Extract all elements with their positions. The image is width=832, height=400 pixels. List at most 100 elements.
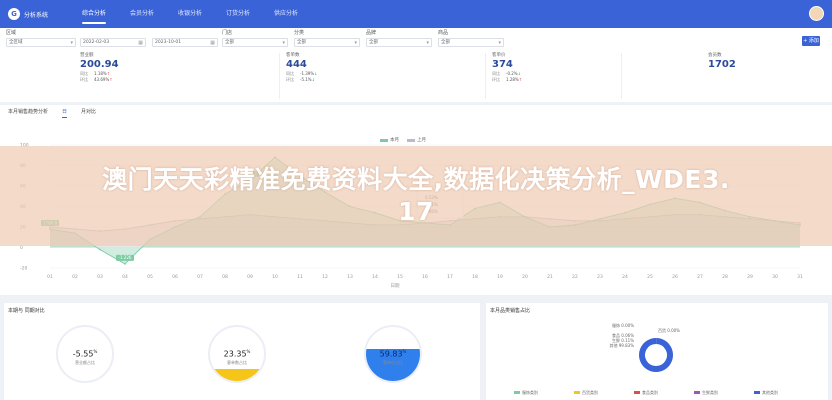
start-date-value: 2022-02-03 bbox=[83, 40, 110, 45]
kpi-sub-label: 环比 bbox=[286, 77, 294, 82]
brand-select-value: 全部 bbox=[369, 40, 378, 45]
end-date-input[interactable]: 2023-10-01 ▦ bbox=[152, 38, 218, 47]
brand-filter-label: 品牌 bbox=[366, 30, 377, 36]
chevron-down-icon: ▾ bbox=[282, 40, 285, 46]
brand-select[interactable]: 全部 ▾ bbox=[366, 38, 432, 47]
kpi-card-revenue[interactable]: 营业额 200.94 同比 1.18% ↑ 环比 43.69% ↑ bbox=[80, 53, 280, 99]
legend-swatch bbox=[574, 391, 580, 394]
store-filter: 门店 全部 ▾ bbox=[222, 30, 288, 47]
kpi-sub-label: 环比 bbox=[492, 77, 500, 82]
gauge-orders[interactable]: 23.35% 客单数占比 bbox=[208, 325, 266, 383]
product-filter-label: 商品 bbox=[438, 30, 449, 36]
kpi-card-orders[interactable]: 客单数 444 同比 -1.39% ↓ 环比 -5.1% ↓ bbox=[286, 53, 486, 99]
data-point bbox=[124, 263, 126, 265]
gauge-caption: 营业额占比 bbox=[75, 360, 95, 365]
kpi-sub-value: -5.1% bbox=[300, 77, 312, 82]
kpi-value: 200.94 bbox=[80, 59, 119, 70]
kpi-card-members[interactable]: 会员数 1702 bbox=[708, 53, 818, 99]
legend-swatch bbox=[634, 391, 640, 394]
store-filter-label: 门店 bbox=[222, 30, 233, 36]
region-select[interactable]: 全区域 ▾ bbox=[6, 38, 76, 47]
product-select-value: 全部 bbox=[441, 40, 450, 45]
nav-item-members[interactable]: 会员分析 bbox=[118, 0, 166, 28]
x-tick-label: 12 bbox=[322, 274, 328, 280]
kpi-sub-value: 1.28% bbox=[506, 77, 519, 82]
gauge-avg-price[interactable]: 59.83% 客单价占比 bbox=[364, 325, 422, 383]
nav-item-cashier[interactable]: 收银分析 bbox=[166, 0, 214, 28]
chevron-down-icon: ▾ bbox=[498, 40, 501, 46]
region-filter: 区域 全区域 ▾ bbox=[6, 30, 76, 47]
x-tick-label: 08 bbox=[222, 274, 228, 280]
gauge-value: 59.83% bbox=[366, 349, 420, 359]
kpi-sub-label: 环比 bbox=[80, 77, 88, 82]
category-select[interactable]: 全部 ▾ bbox=[294, 38, 360, 47]
product-filter: 商品 全部 ▾ bbox=[438, 30, 504, 47]
nav-item-overview[interactable]: 综合分析 bbox=[70, 0, 118, 28]
legend-label: 百货类别 bbox=[582, 389, 598, 395]
category-filter: 分类 全部 ▾ bbox=[294, 30, 360, 47]
store-select[interactable]: 全部 ▾ bbox=[222, 38, 288, 47]
gauge-fill bbox=[210, 368, 264, 381]
legend-label: 食品类别 bbox=[642, 389, 658, 395]
start-date-input[interactable]: 2022-02-03 ▦ bbox=[80, 38, 146, 47]
watermark-banner: 澳门天天彩精准免费资料大全,数据化决策分析_WDE3. 17 bbox=[0, 146, 832, 246]
end-date-filter: 2023-10-01 ▦ bbox=[152, 30, 218, 47]
x-tick-label: 18 bbox=[472, 274, 478, 280]
top-navbar: G 分析系统 综合分析 会员分析 收银分析 订货分析 供应分析 bbox=[0, 0, 832, 28]
calendar-icon: ▦ bbox=[210, 40, 215, 46]
arrow-up-icon: ↑ bbox=[109, 77, 113, 82]
legend-swatch bbox=[514, 391, 520, 394]
donut-chart[interactable]: 服饰 0.00%百货 0.00%食品 0.06%生鲜 0.11%其他 99.83… bbox=[486, 303, 828, 400]
chevron-down-icon: ▾ bbox=[70, 40, 73, 46]
gauge-unit: % bbox=[246, 349, 251, 354]
kpi-value: 444 bbox=[286, 59, 307, 70]
gauge-value: -5.55% bbox=[58, 349, 112, 359]
filter-bar: 区域 全区域 ▾ 2022-02-03 ▦ 2023-10-01 ▦ 门店 全部 ▾ 分… bbox=[0, 28, 832, 50]
donut-label: 百货 0.00% bbox=[658, 327, 680, 333]
legend-label: 服饰类别 bbox=[522, 389, 538, 395]
x-tick-label: 13 bbox=[347, 274, 353, 280]
gauge-number: 59.83 bbox=[379, 349, 403, 359]
gauge-caption: 客单数占比 bbox=[227, 360, 247, 365]
x-axis-title: 日期 bbox=[391, 283, 400, 289]
donut-slice bbox=[639, 338, 673, 372]
app-logo[interactable]: G 分析系统 bbox=[8, 8, 70, 20]
logo-icon: G bbox=[8, 8, 20, 20]
nav-item-orders[interactable]: 订货分析 bbox=[214, 0, 262, 28]
arrow-down-icon: ↓ bbox=[311, 77, 315, 82]
legend-swatch bbox=[754, 391, 760, 394]
calendar-icon: ▦ bbox=[138, 40, 143, 46]
annotation-label: -1.226 bbox=[119, 255, 132, 260]
end-date-spacer bbox=[152, 30, 218, 37]
add-filter-button[interactable]: + 添加 bbox=[802, 36, 820, 46]
kpi-sub-row: 环比 -5.1% ↓ bbox=[286, 77, 485, 83]
kpi-sub-value: 43.69% bbox=[94, 77, 110, 82]
kpi-card-avg-price[interactable]: 客单价 374 同比 -0.2% ↓ 环比 1.28% ↑ bbox=[492, 53, 622, 99]
watermark-text-line1: 澳门天天彩精准免费资料大全,数据化决策分析_WDE3. bbox=[102, 165, 730, 194]
logo-text: 分析系统 bbox=[24, 11, 49, 19]
category-share-panel: 本月品类销售占比 服饰 0.00% 百货 0.00% 食品 0.06% 生鲜 0.11… bbox=[486, 303, 828, 400]
x-tick-label: 16 bbox=[422, 274, 428, 280]
brand-filter: 品牌 全部 ▾ bbox=[366, 30, 432, 47]
x-tick-label: 25 bbox=[647, 274, 653, 280]
arrow-up-icon: ↑ bbox=[518, 77, 523, 82]
region-filter-label: 区域 bbox=[6, 30, 17, 36]
x-tick-label: 06 bbox=[172, 274, 178, 280]
x-tick-label: 21 bbox=[547, 274, 553, 280]
kpi-sub-row: 环比 43.69% ↑ bbox=[80, 77, 279, 83]
gauge-caption: 客单价占比 bbox=[383, 360, 403, 365]
main-nav: 综合分析 会员分析 收银分析 订货分析 供应分析 bbox=[70, 0, 310, 28]
category-select-value: 全部 bbox=[297, 40, 306, 45]
x-tick-label: 23 bbox=[597, 274, 603, 280]
chevron-down-icon: ▾ bbox=[426, 40, 429, 46]
x-tick-label: 03 bbox=[97, 274, 103, 280]
x-tick-label: 17 bbox=[447, 274, 453, 280]
x-tick-label: 30 bbox=[772, 274, 778, 280]
gauge-revenue[interactable]: -5.55% 营业额占比 bbox=[56, 325, 114, 383]
region-select-value: 全区域 bbox=[9, 40, 23, 45]
user-avatar[interactable] bbox=[809, 6, 824, 21]
nav-item-supply[interactable]: 供应分析 bbox=[262, 0, 310, 28]
product-select[interactable]: 全部 ▾ bbox=[438, 38, 504, 47]
gauge-unit: % bbox=[402, 349, 407, 354]
legend-label: 其他类别 bbox=[762, 389, 778, 395]
